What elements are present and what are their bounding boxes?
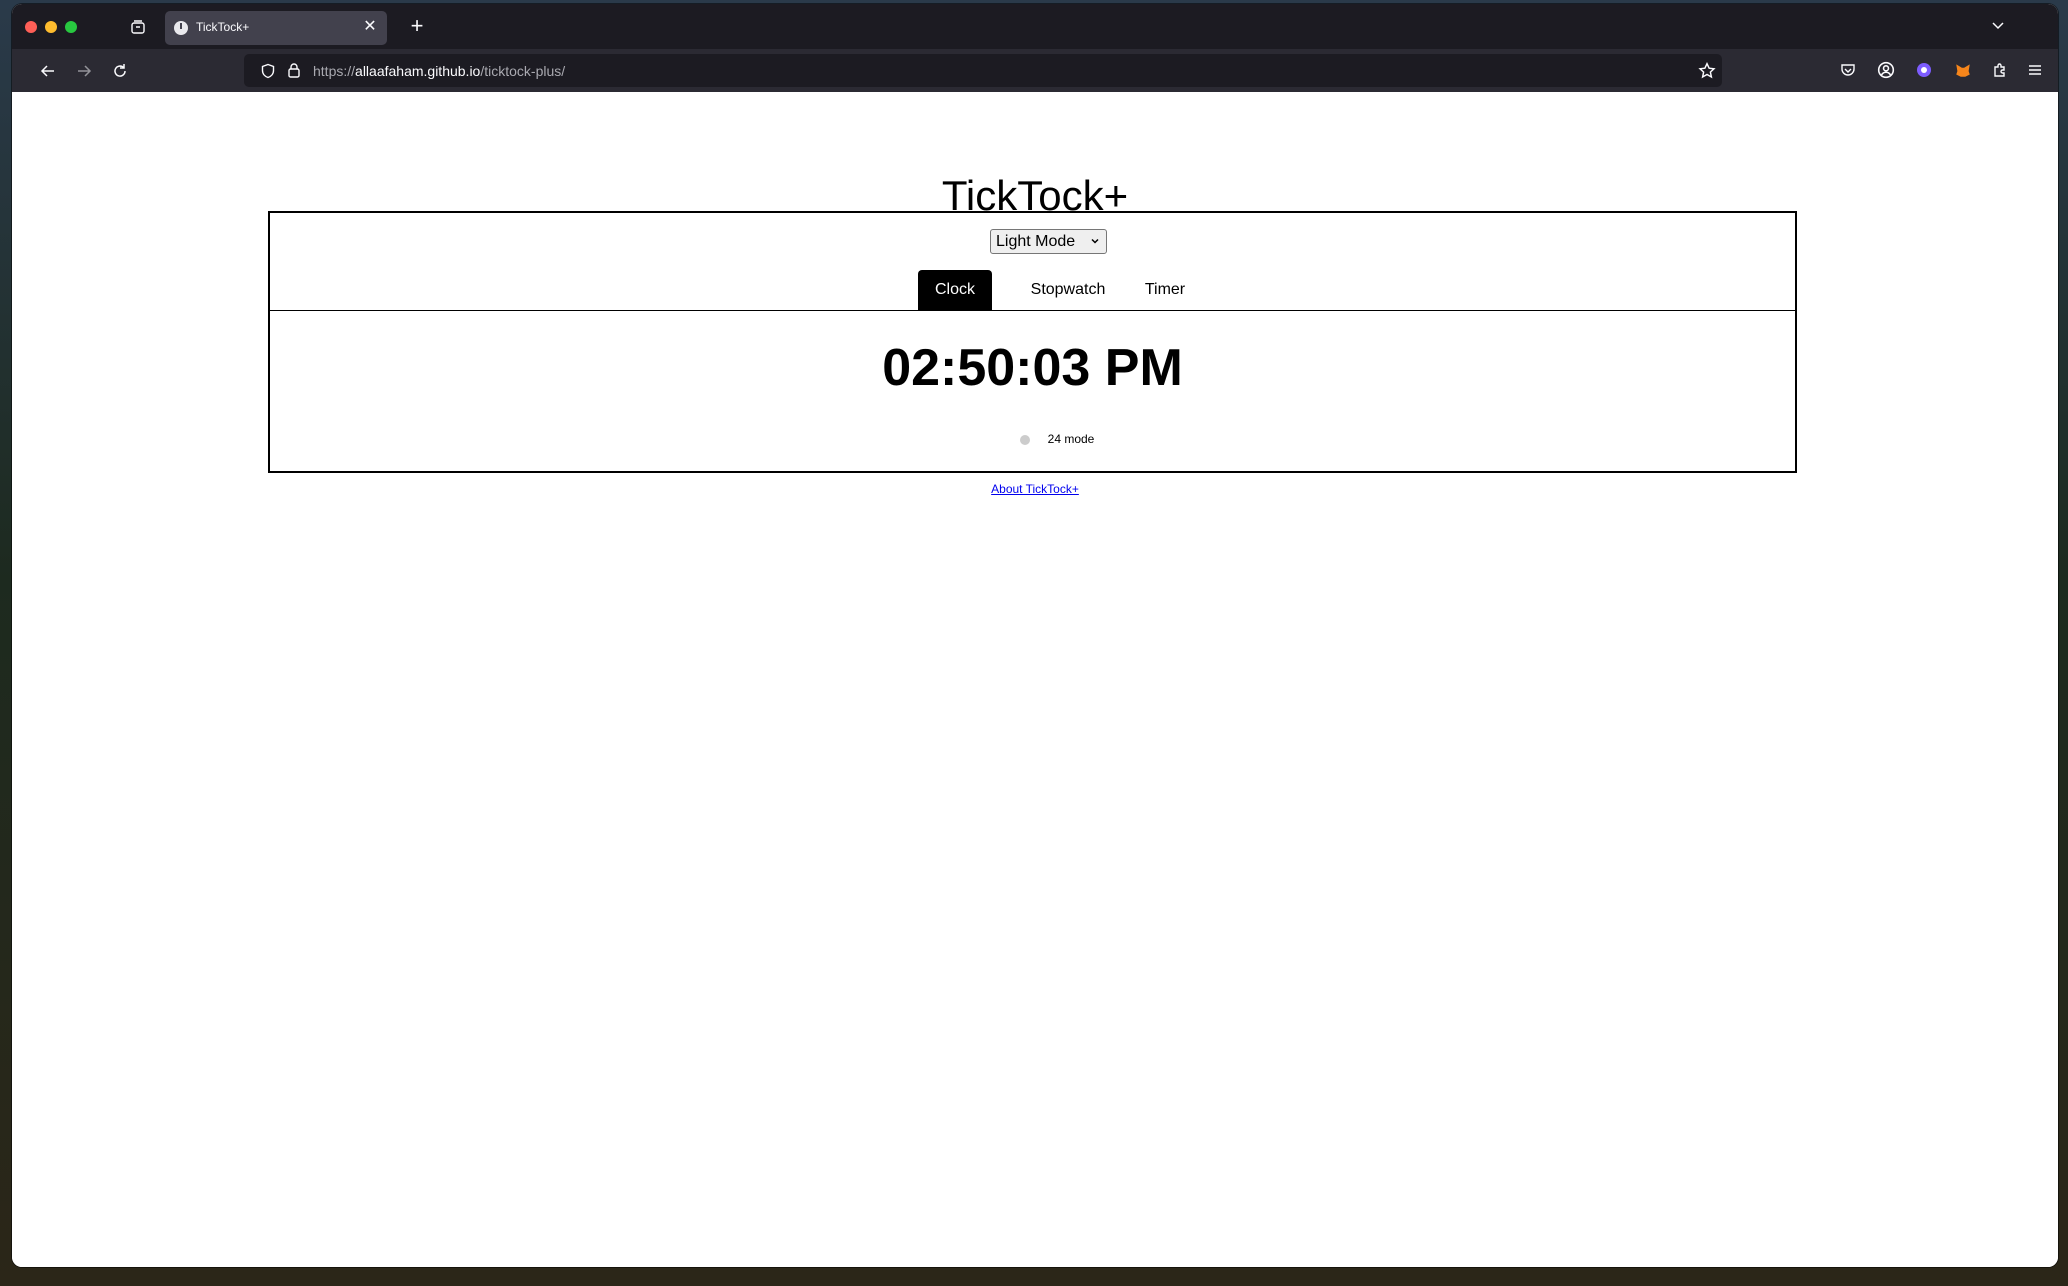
maximize-window-button[interactable] — [65, 21, 77, 33]
chevron-down-icon — [1091, 238, 1099, 244]
tab-close-icon[interactable]: ✕ — [361, 18, 379, 36]
close-window-button[interactable] — [25, 21, 37, 33]
tab-bar: TickTock+ ✕ + — [12, 4, 2058, 49]
app-panel: Light Mode Clock Stopwatch Timer 02:50:0… — [268, 211, 1797, 473]
toggle-knob — [1019, 435, 1030, 445]
new-tab-button[interactable]: + — [405, 15, 429, 39]
lock-icon[interactable] — [286, 62, 302, 78]
tab-clock[interactable]: Clock — [918, 270, 992, 310]
24-hour-toggle-label: 24 mode — [1047, 432, 1095, 446]
tab-list-chevron-icon[interactable] — [1990, 17, 2010, 37]
page-content: TickTock+ Light Mode Clock Stopwatch Tim… — [12, 92, 2058, 1267]
tab-stopwatch[interactable]: Stopwatch — [1005, 270, 1131, 310]
theme-mode-value: Light Mode — [996, 232, 1076, 250]
account-icon[interactable] — [1876, 60, 1896, 80]
forward-arrow-icon[interactable] — [72, 59, 96, 83]
extensions-puzzle-icon[interactable] — [1990, 60, 2010, 80]
address-bar[interactable]: https://allaafaham.github.io/ticktock-pl… — [244, 54, 1722, 87]
reload-icon[interactable] — [108, 59, 132, 83]
about-link[interactable]: About TickTock+ — [991, 482, 1079, 496]
format-toggle-row: 24 mode — [270, 432, 1795, 446]
tab-timer[interactable]: Timer — [1125, 270, 1205, 310]
bookmark-star-icon[interactable] — [1698, 61, 1716, 80]
pocket-icon[interactable] — [1838, 60, 1858, 80]
browser-window: TickTock+ ✕ + https://allaafaham.github.… — [12, 4, 2058, 1267]
tab-title: TickTock+ — [196, 20, 250, 34]
about-link-container: About TickTock+ — [12, 482, 2058, 496]
shield-icon[interactable] — [260, 63, 276, 79]
metamask-icon[interactable] — [1953, 60, 1973, 80]
url-text[interactable]: https://allaafaham.github.io/ticktock-pl… — [313, 63, 565, 79]
back-arrow-icon[interactable] — [36, 59, 60, 83]
theme-mode-select[interactable]: Light Mode — [990, 229, 1107, 254]
app-tabs: Clock Stopwatch Timer — [270, 270, 1795, 311]
extension-icon[interactable] — [1914, 60, 1934, 80]
24-hour-toggle[interactable] — [1016, 432, 1045, 446]
clock-time: 02:50:03 PM — [882, 339, 1183, 397]
navigation-toolbar: https://allaafaham.github.io/ticktock-pl… — [12, 49, 2058, 93]
tab-overview-icon[interactable] — [126, 15, 150, 39]
browser-tab-active[interactable]: TickTock+ ✕ — [165, 11, 387, 45]
clock-favicon-icon — [174, 21, 188, 35]
minimize-window-button[interactable] — [45, 21, 57, 33]
menu-icon[interactable] — [2025, 60, 2045, 80]
